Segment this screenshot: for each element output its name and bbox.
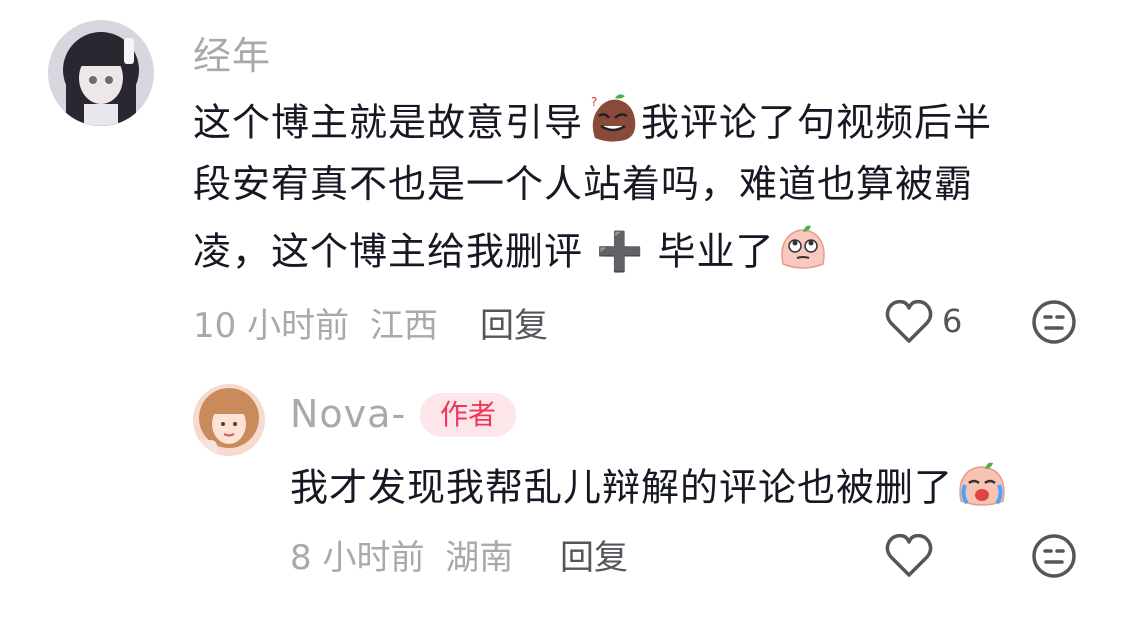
comment-text-line-1: 这个博主就是故意引导 ? 我评论了句视频后半 xyxy=(193,90,992,160)
avatar[interactable] xyxy=(193,384,265,456)
comment-location: 江西 xyxy=(369,306,438,346)
eyeroll-emoji-icon xyxy=(777,220,829,288)
mischievous-emoji-icon: ? xyxy=(585,90,639,160)
like-button[interactable] xyxy=(884,532,934,580)
heart-icon xyxy=(885,533,933,577)
like-button[interactable] xyxy=(884,298,934,346)
dislike-button[interactable] xyxy=(1030,532,1078,580)
avatar[interactable] xyxy=(48,20,154,126)
crying-emoji-icon xyxy=(955,455,1009,525)
comment-item: 经年 这个博主就是故意引导 ? 我评论了句视频后半 段安宥真不也是一个人站着吗，… xyxy=(0,0,1125,360)
reply-text: 我才发现我帮乱儿辩解的评论也被删了 xyxy=(290,455,1011,525)
reply-button[interactable]: 回复 xyxy=(560,530,628,579)
reply-button[interactable]: 回复 xyxy=(480,298,548,347)
neutral-face-icon xyxy=(1032,534,1076,578)
comment-text-segment: 这个博主就是故意引导 xyxy=(193,100,584,145)
svg-text:?: ? xyxy=(591,95,598,109)
comment-text-segment: 凌，这个博主给我删评 xyxy=(193,229,597,274)
reply-item: Nova- 作者 我才发现我帮乱儿辩解的评论也被删了 8 小时前 湖南 回复 xyxy=(0,370,1125,610)
dislike-button[interactable] xyxy=(1030,298,1078,346)
comment-username[interactable]: 经年 xyxy=(193,25,271,80)
reply-text-segment: 我才发现我帮乱儿辩解的评论也被删了 xyxy=(290,465,954,510)
comment-text-segment: 我评论了句视频后半 xyxy=(641,100,993,145)
like-count: 6 xyxy=(942,302,963,340)
reply-time: 8 小时前 xyxy=(290,538,425,578)
reply-timestamp: 8 小时前 湖南 xyxy=(290,530,513,579)
heart-icon xyxy=(885,299,933,343)
reply-location: 湖南 xyxy=(445,538,514,578)
comment-timestamp: 10 小时前 江西 xyxy=(193,298,438,347)
comment-text-segment: 毕业了 xyxy=(644,229,775,274)
comment-text-line-3: 凌，这个博主给我删评 ➕ 毕业了 xyxy=(193,220,831,288)
comment-text-line-2: 段安宥真不也是一个人站着吗，难道也算被霸 xyxy=(193,162,974,206)
neutral-face-icon xyxy=(1032,300,1076,344)
comment-time: 10 小时前 xyxy=(193,306,350,346)
author-badge: 作者 xyxy=(420,393,517,437)
plus-icon: ➕ xyxy=(596,229,645,274)
reply-username[interactable]: Nova- xyxy=(290,392,406,436)
